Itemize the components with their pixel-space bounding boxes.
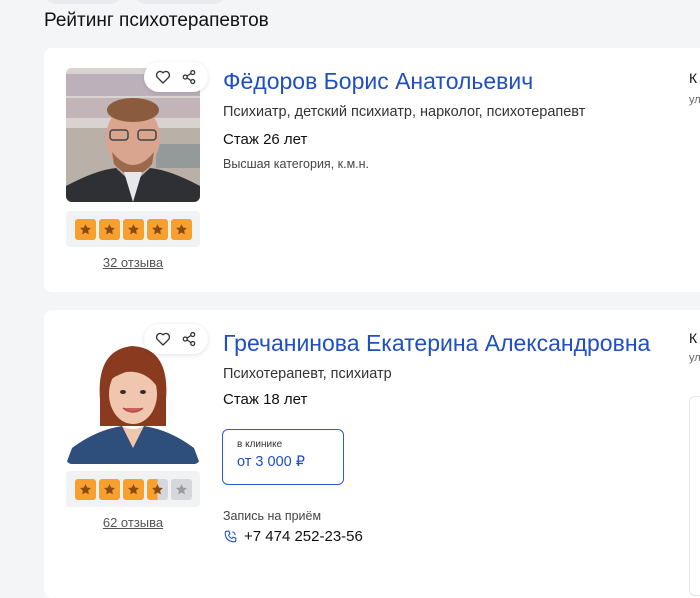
doctor-name[interactable]: Фёдоров Борис Анатольевич [223, 68, 533, 95]
clipped-column-address: ул [689, 94, 700, 106]
clipped-column-address: ул [689, 352, 700, 364]
price-value: от 3 000 ₽ [237, 454, 305, 470]
price-card[interactable]: в клинике от 3 000 ₽ [222, 429, 344, 485]
appointment-label: Запись на приём [223, 509, 322, 523]
star-icon [98, 218, 120, 240]
star-empty-icon [170, 478, 192, 500]
clipped-column-label: К [689, 330, 698, 346]
star-icon [122, 478, 144, 500]
share-icon[interactable] [180, 330, 198, 348]
star-icon [74, 478, 96, 500]
star-half-icon [146, 478, 168, 500]
share-icon[interactable] [180, 68, 198, 86]
price-label: в клинике [237, 439, 283, 450]
card-actions [144, 324, 208, 354]
top-filter-pill[interactable] [134, 0, 226, 4]
clipped-column-label: К [689, 70, 698, 86]
doctor-card: 62 отзыва Гречанинова Екатерина Александ… [44, 310, 700, 598]
doctor-specialty: Психиатр, детский психиатр, нарколог, пс… [223, 104, 586, 120]
clipped-side-panel [689, 396, 700, 596]
rating-stars [66, 211, 200, 247]
doctor-experience: Стаж 26 лет [223, 131, 308, 148]
star-icon [170, 218, 192, 240]
star-icon [122, 218, 144, 240]
doctor-specialty: Психотерапевт, психиатр [223, 366, 392, 382]
doctor-experience: Стаж 18 лет [223, 391, 308, 408]
doctor-card: 32 отзыва Фёдоров Борис Анатольевич Псих… [44, 48, 700, 292]
rating-stars [66, 471, 200, 507]
heart-icon[interactable] [154, 68, 172, 86]
phone-link[interactable]: +7 474 252-23-56 [223, 528, 363, 545]
heart-icon[interactable] [154, 330, 172, 348]
doctor-category: Высшая категория, к.м.н. [223, 157, 370, 171]
star-icon [98, 478, 120, 500]
card-actions [144, 62, 208, 92]
doctor-name[interactable]: Гречанинова Екатерина Александровна [223, 330, 650, 357]
reviews-link[interactable]: 32 отзыва [66, 255, 200, 270]
page-title: Рейтинг психотерапевтов [44, 10, 269, 31]
star-icon [146, 218, 168, 240]
reviews-link[interactable]: 62 отзыва [66, 515, 200, 530]
phone-number: +7 474 252-23-56 [244, 528, 363, 545]
top-filter-pill[interactable] [44, 0, 122, 4]
star-icon [74, 218, 96, 240]
phone-icon [224, 530, 237, 543]
